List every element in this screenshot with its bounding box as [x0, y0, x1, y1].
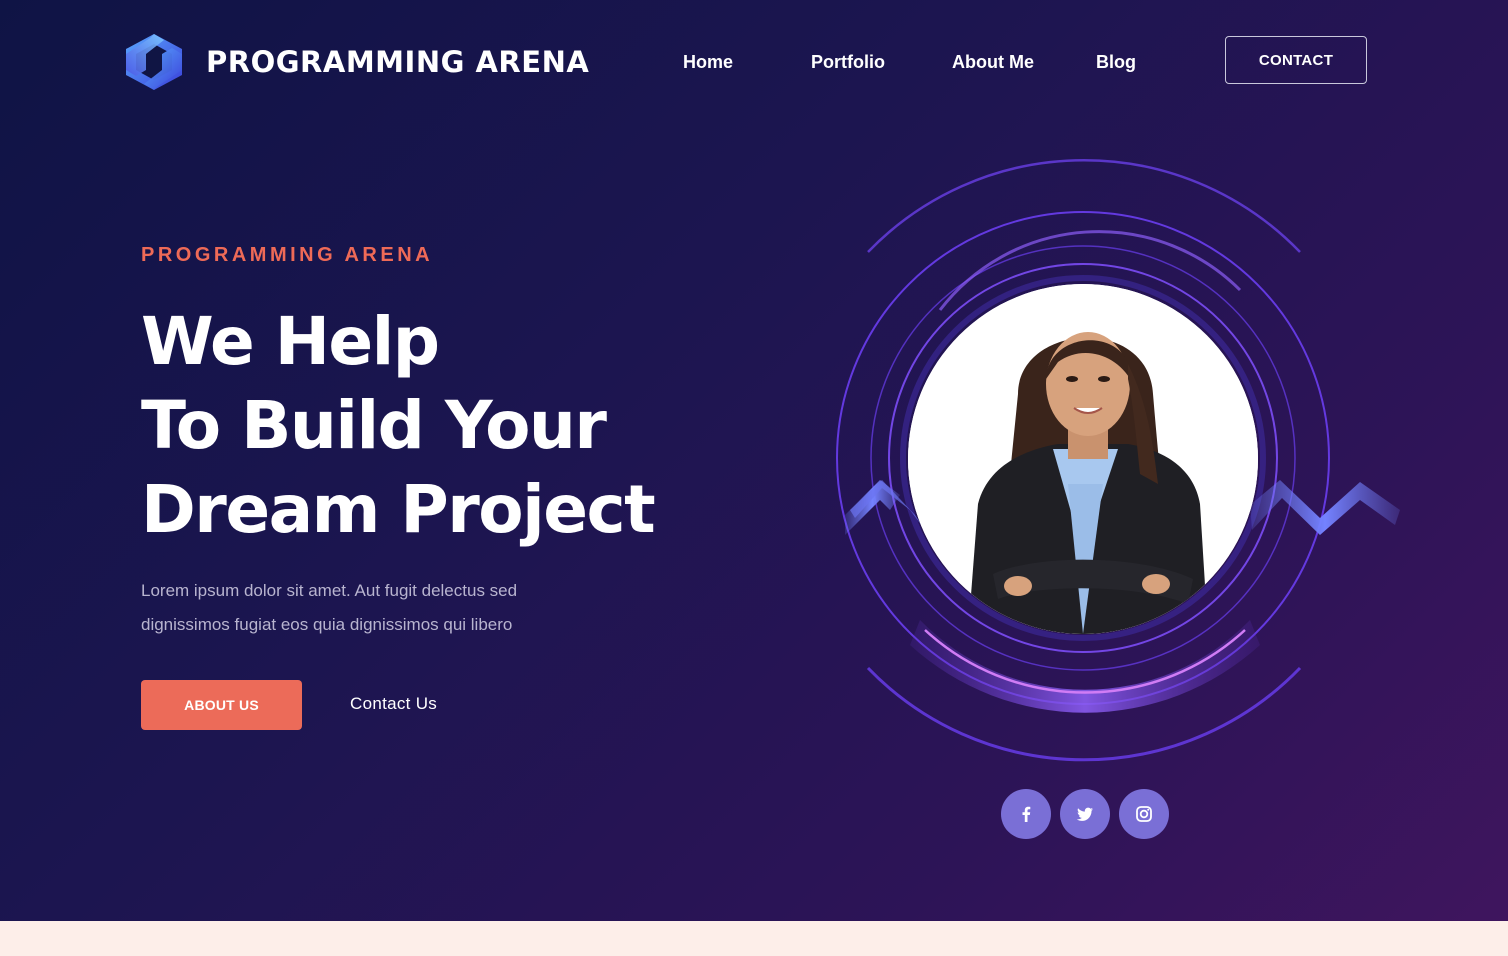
facebook-icon [1022, 806, 1031, 822]
twitter-button[interactable] [1060, 789, 1110, 839]
description-line: dignissimos fugiat eos quia dignissimos … [141, 615, 513, 634]
next-section-strip [0, 921, 1508, 956]
facebook-button[interactable] [1001, 789, 1051, 839]
hexagon-logo-icon [126, 34, 182, 90]
twitter-icon [1076, 807, 1093, 821]
headline-line: To Build Your [141, 387, 607, 464]
hero-description: Lorem ipsum dolor sit amet. Aut fugit de… [141, 574, 601, 642]
nav-blog[interactable]: Blog [1096, 52, 1136, 73]
hero-section: PROGRAMMING ARENA Home Portfolio About M… [0, 0, 1508, 921]
nav-home[interactable]: Home [683, 52, 733, 73]
brand-logo[interactable]: PROGRAMMING ARENA [120, 32, 589, 92]
contact-button[interactable]: CONTACT [1225, 36, 1367, 84]
profile-photo [908, 284, 1258, 634]
nav-about-me[interactable]: About Me [952, 52, 1034, 73]
instagram-icon [1136, 806, 1152, 822]
portrait-illustration [908, 284, 1258, 634]
description-line: Lorem ipsum dolor sit amet. Aut fugit de… [141, 581, 518, 600]
about-us-button[interactable]: ABOUT US [141, 680, 302, 730]
hero-eyebrow: PROGRAMMING ARENA [141, 244, 434, 266]
headline-line: We Help [141, 303, 440, 380]
brand-name: PROGRAMMING ARENA [206, 45, 590, 79]
headline-line: Dream Project [141, 471, 656, 548]
instagram-button[interactable] [1119, 789, 1169, 839]
hero-headline: We Help To Build Your Dream Project [141, 300, 656, 552]
nav-portfolio[interactable]: Portfolio [811, 52, 885, 73]
contact-us-link[interactable]: Contact Us [350, 694, 437, 714]
